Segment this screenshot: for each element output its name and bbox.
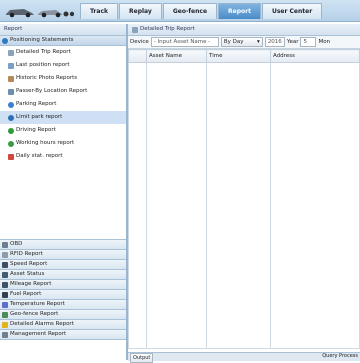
tab-track[interactable]: Track bbox=[80, 3, 118, 19]
report-item-last-position[interactable]: Last position report bbox=[0, 59, 126, 72]
position-icon bbox=[8, 62, 14, 69]
report-item-label: Detailed Trip Report bbox=[16, 49, 71, 55]
tab-replay[interactable]: Replay bbox=[119, 3, 162, 19]
main-nav: Track Replay Geo-fence Report User Cente… bbox=[80, 3, 323, 20]
year-label: Year bbox=[286, 39, 299, 45]
thermometer-icon bbox=[2, 301, 8, 308]
asset-icon bbox=[2, 271, 8, 278]
section-management-report[interactable]: Management Report bbox=[0, 330, 126, 340]
report-item-daily-stat[interactable]: Daily stat. report bbox=[0, 150, 126, 163]
vehicle-logo-icon bbox=[6, 9, 74, 18]
report-toolbar: Device - Input Asset Name - By Day ▾ 201… bbox=[128, 36, 360, 49]
report-item-historic-photo[interactable]: Historic Photo Reports bbox=[0, 72, 126, 85]
table-row bbox=[128, 62, 360, 349]
section-temperature-report[interactable]: Temperature Report bbox=[0, 300, 126, 310]
mileage-icon bbox=[2, 281, 8, 288]
sidebar-title: Report bbox=[0, 24, 126, 36]
report-tab[interactable]: Detailed Trip Report bbox=[128, 24, 360, 36]
report-content: Detailed Trip Report Device - Input Asse… bbox=[128, 24, 360, 363]
section-geo-fence-report[interactable]: Geo-fence Report bbox=[0, 310, 126, 320]
report-item-driving[interactable]: Driving Report bbox=[0, 124, 126, 137]
report-item-label: Working hours report bbox=[16, 140, 75, 146]
report-item-label: Parking Report bbox=[16, 101, 57, 107]
column-header-address[interactable]: Address bbox=[270, 49, 360, 63]
warning-icon bbox=[2, 321, 8, 328]
tab-geo-fence[interactable]: Geo-fence bbox=[162, 3, 218, 19]
section-label: Management Report bbox=[10, 331, 67, 337]
report-item-detailed-trip[interactable]: Detailed Trip Report bbox=[0, 46, 126, 59]
trip-icon bbox=[8, 49, 14, 56]
section-asset-status[interactable]: Asset Status bbox=[0, 270, 126, 280]
section-label: Asset Status bbox=[10, 271, 45, 277]
report-item-label: Historic Photo Reports bbox=[16, 75, 78, 81]
section-fuel-report[interactable]: Fuel Report bbox=[0, 290, 126, 300]
globe-icon bbox=[8, 114, 14, 121]
report-tab-icon bbox=[132, 26, 138, 33]
section-rfid-report[interactable]: RFID Report bbox=[0, 250, 126, 260]
section-label: Detailed Alarms Report bbox=[10, 321, 74, 327]
report-item-label: Limit park report bbox=[16, 114, 63, 120]
period-select[interactable]: By Day ▾ bbox=[220, 37, 263, 47]
section-detailed-alarms[interactable]: Detailed Alarms Report bbox=[0, 320, 126, 330]
tab-report[interactable]: Report bbox=[218, 3, 261, 19]
month-label: Mon bbox=[318, 39, 331, 45]
report-sidebar: Report Positioning Statements Detailed T… bbox=[0, 24, 128, 360]
section-label: OBD bbox=[10, 241, 23, 247]
section-label: Geo-fence Report bbox=[10, 311, 59, 317]
report-item-working-hours[interactable]: Working hours report bbox=[0, 137, 126, 150]
section-positioning-statements[interactable]: Positioning Statements bbox=[0, 36, 126, 46]
device-input[interactable]: - Input Asset Name - bbox=[150, 37, 219, 47]
report-item-limit-park[interactable]: Limit park report bbox=[0, 111, 126, 124]
photo-icon bbox=[8, 75, 14, 82]
report-sections: OBD RFID Report Speed Report Asset Statu… bbox=[0, 239, 126, 340]
report-item-parking[interactable]: Parking Report bbox=[0, 98, 126, 111]
query-process-label: Query Process bbox=[322, 353, 358, 359]
speed-icon bbox=[2, 261, 8, 268]
location-icon bbox=[8, 88, 14, 95]
output-button[interactable]: Output bbox=[130, 353, 154, 363]
chevron-down-icon: ▾ bbox=[257, 39, 260, 45]
section-obd[interactable]: OBD bbox=[0, 240, 126, 250]
report-tab-label: Detailed Trip Report bbox=[140, 26, 195, 32]
year-input[interactable]: 2016 bbox=[264, 37, 285, 47]
driving-icon bbox=[8, 127, 14, 134]
section-label: Speed Report bbox=[10, 261, 48, 267]
report-table: Asset Name Time Address bbox=[128, 49, 360, 349]
column-header-asset-name[interactable]: Asset Name bbox=[146, 49, 207, 63]
report-item-label: Passer-By Location Report bbox=[16, 88, 88, 94]
section-speed-report[interactable]: Speed Report bbox=[0, 260, 126, 270]
tab-user-center[interactable]: User Center bbox=[261, 3, 323, 19]
section-label: Positioning Statements bbox=[10, 37, 74, 43]
report-item-label: Last position report bbox=[16, 62, 70, 68]
column-header bbox=[128, 49, 147, 63]
location-pin-icon bbox=[2, 37, 8, 44]
section-label: Fuel Report bbox=[10, 291, 42, 297]
top-bar: Track Replay Geo-fence Report User Cente… bbox=[0, 0, 360, 22]
device-label: Device bbox=[130, 39, 149, 45]
report-item-label: Driving Report bbox=[16, 127, 56, 133]
report-item-label: Daily stat. report bbox=[16, 153, 63, 159]
calendar-icon bbox=[8, 153, 14, 160]
clock-icon bbox=[8, 140, 14, 147]
section-label: RFID Report bbox=[10, 251, 43, 257]
rfid-icon bbox=[2, 251, 8, 258]
geo-fence-icon bbox=[2, 311, 8, 318]
parking-icon bbox=[8, 101, 14, 108]
section-label: Mileage Report bbox=[10, 281, 52, 287]
period-value: By Day bbox=[223, 39, 244, 45]
management-icon bbox=[2, 331, 8, 338]
obd-icon bbox=[2, 241, 8, 248]
fuel-icon bbox=[2, 291, 8, 298]
column-header-time[interactable]: Time bbox=[206, 49, 271, 63]
report-item-passer-by[interactable]: Passer-By Location Report bbox=[0, 85, 126, 98]
month-input[interactable]: 5 bbox=[300, 37, 317, 47]
table-header-row: Asset Name Time Address bbox=[128, 49, 360, 63]
section-label: Temperature Report bbox=[10, 301, 65, 307]
section-mileage-report[interactable]: Mileage Report bbox=[0, 280, 126, 290]
